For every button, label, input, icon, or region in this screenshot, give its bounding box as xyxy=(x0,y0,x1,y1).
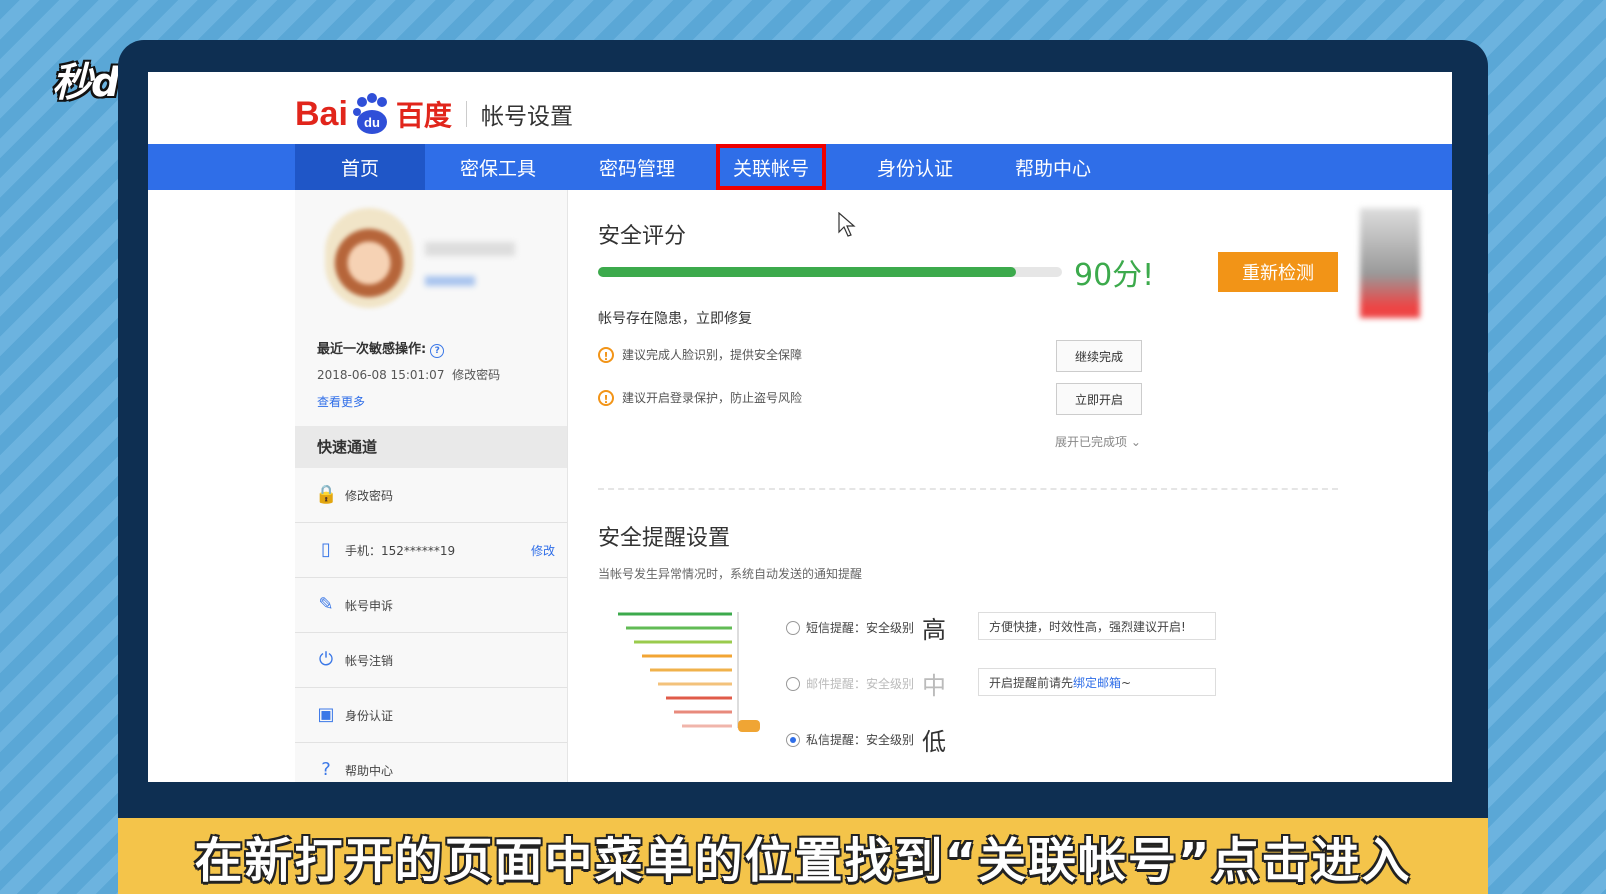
username-blurred xyxy=(425,242,515,256)
score-bar-fill xyxy=(598,267,1016,277)
logo-bai: Bai xyxy=(295,94,348,133)
caption-text: 在新打开的页面中菜单的位置找到“关联帐号”点击进入 xyxy=(194,833,1412,889)
level-indicator xyxy=(738,720,760,732)
reminder-title: 安全提醒设置 xyxy=(598,526,731,551)
quick-item-appeal[interactable]: ✎ 帐号申诉 xyxy=(295,578,567,633)
quick-item-label: 帐号注销 xyxy=(345,653,394,668)
warning-icon: ! xyxy=(598,389,614,406)
reminder-email[interactable]: 邮件提醒：安全级别 中 xyxy=(786,666,946,701)
level-low: 低 xyxy=(922,728,947,756)
level-medium: 中 xyxy=(922,672,947,700)
expand-completed-link[interactable]: 展开已完成项 ⌄ xyxy=(1055,433,1141,450)
quick-item-label: 手机：152******19 xyxy=(345,543,456,558)
quick-item-label: 帐号申诉 xyxy=(345,598,394,613)
avatar[interactable] xyxy=(325,208,413,308)
paw-text: du xyxy=(364,115,380,130)
score-value: 90分! xyxy=(1074,258,1155,293)
question-icon[interactable]: ? xyxy=(430,344,445,358)
sidebar: 最近一次敏感操作:? 2018-06-08 15:01:07 修改密码 查看更多… xyxy=(295,190,568,782)
top-nav: 首页 密保工具 密码管理 关联帐号 身份认证 帮助中心 xyxy=(148,144,1452,190)
recent-op-detail: 2018-06-08 15:01:07 修改密码 xyxy=(317,366,500,383)
radio-sms[interactable] xyxy=(786,620,800,635)
main-content: 安全评分 90分! 重新检测 帐号存在隐患，立即修复 ! 建议完成人脸识别，提供… xyxy=(568,190,1452,782)
logo-baidu-text: 百度 xyxy=(395,99,452,132)
quick-item-label: 帮助中心 xyxy=(345,763,394,778)
caption-bar: 在新打开的页面中菜单的位置找到“关联帐号”点击进入 xyxy=(118,818,1488,894)
edit-icon: ✎ xyxy=(318,594,334,615)
nav-item-security-tools[interactable]: 密保工具 xyxy=(433,144,563,190)
radio-email[interactable] xyxy=(786,676,800,691)
brand-divider xyxy=(465,101,467,127)
tip-email: 开启提醒前请先绑定邮箱~ xyxy=(978,668,1216,696)
recent-op-action: 修改密码 xyxy=(452,368,501,382)
nav-item-password[interactable]: 密码管理 xyxy=(572,144,702,190)
recheck-button[interactable]: 重新检测 xyxy=(1218,252,1338,292)
tip-sms: 方便快捷，时效性高，强烈建议开启! xyxy=(978,612,1216,640)
mouse-cursor-icon xyxy=(838,212,856,237)
id-card-icon: ▣ xyxy=(317,704,335,725)
modify-phone-link[interactable]: 修改 xyxy=(531,542,555,559)
nav-item-help[interactable]: 帮助中心 xyxy=(988,144,1118,190)
browser-screen: Bai du 百度 帐号设置 首页 密保工具 密码管理 关联帐号 身份认证 帮助… xyxy=(148,72,1452,782)
quick-item-change-password[interactable]: 🔒 修改密码 xyxy=(295,468,567,523)
chevron-down-icon: ⌄ xyxy=(1130,435,1141,449)
reminder-label: 短信提醒：安全级别 xyxy=(806,621,915,635)
warning-heading: 帐号存在隐患，立即修复 xyxy=(598,311,752,327)
recent-op-label: 最近一次敏感操作:? xyxy=(317,338,445,358)
reminder-label: 邮件提醒：安全级别 xyxy=(806,677,915,691)
nav-item-linked-accounts[interactable]: 关联帐号 xyxy=(716,144,826,190)
bind-email-link[interactable]: 绑定邮箱 xyxy=(1073,676,1121,690)
quick-item-cancel-account[interactable]: ⏻ 帐号注销 xyxy=(295,633,567,688)
nav-item-identity[interactable]: 身份认证 xyxy=(850,144,980,190)
reminder-sms[interactable]: 短信提醒：安全级别 高 xyxy=(786,610,946,645)
power-icon: ⏻ xyxy=(318,649,334,670)
warning-icon: ! xyxy=(598,346,614,363)
security-score-title: 安全评分 xyxy=(598,224,687,249)
lock-icon: 🔒 xyxy=(315,484,338,505)
enable-now-button[interactable]: 立即开启 xyxy=(1056,383,1142,415)
warning-row-face: ! 建议完成人脸识别，提供安全保障 xyxy=(598,346,802,363)
radio-message[interactable] xyxy=(786,732,800,747)
reminder-message[interactable]: 私信提醒：安全级别 低 xyxy=(786,722,946,757)
quick-item-identity[interactable]: ▣ 身份认证 xyxy=(295,688,567,743)
quick-item-phone[interactable]: ▯ 手机：152******19 修改 xyxy=(295,523,567,578)
baidu-paw-icon: du xyxy=(352,93,387,134)
quick-item-label: 身份认证 xyxy=(345,708,394,723)
warning-text: 建议开启登录保护，防止盗号风险 xyxy=(622,391,803,405)
help-icon: ? xyxy=(321,759,331,780)
warning-text: 建议完成人脸识别，提供安全保障 xyxy=(622,348,803,362)
view-more-link[interactable]: 查看更多 xyxy=(317,393,365,410)
level-high: 高 xyxy=(922,616,947,644)
reminder-label: 私信提醒：安全级别 xyxy=(806,733,915,747)
continue-button[interactable]: 继续完成 xyxy=(1056,340,1142,372)
quick-access-title: 快速通道 xyxy=(295,426,567,468)
score-bar xyxy=(598,267,1062,277)
user-sub-blurred xyxy=(425,276,475,286)
security-level-illustration xyxy=(618,612,760,732)
header-brand: Bai du 百度 帐号设置 xyxy=(295,92,573,136)
quick-item-label: 修改密码 xyxy=(345,488,394,503)
page-title: 帐号设置 xyxy=(480,104,573,130)
warning-row-login: ! 建议开启登录保护，防止盗号风险 xyxy=(598,389,802,406)
reminder-desc: 当帐号发生异常情况时，系统自动发送的通知提醒 xyxy=(598,567,863,581)
phone-icon: ▯ xyxy=(321,539,331,560)
side-ad-blurred xyxy=(1360,208,1420,318)
quick-item-help[interactable]: ? 帮助中心 xyxy=(295,743,567,782)
recent-op-time: 2018-06-08 15:01:07 xyxy=(317,368,445,382)
section-divider xyxy=(598,488,1338,490)
nav-item-home[interactable]: 首页 xyxy=(295,144,425,190)
